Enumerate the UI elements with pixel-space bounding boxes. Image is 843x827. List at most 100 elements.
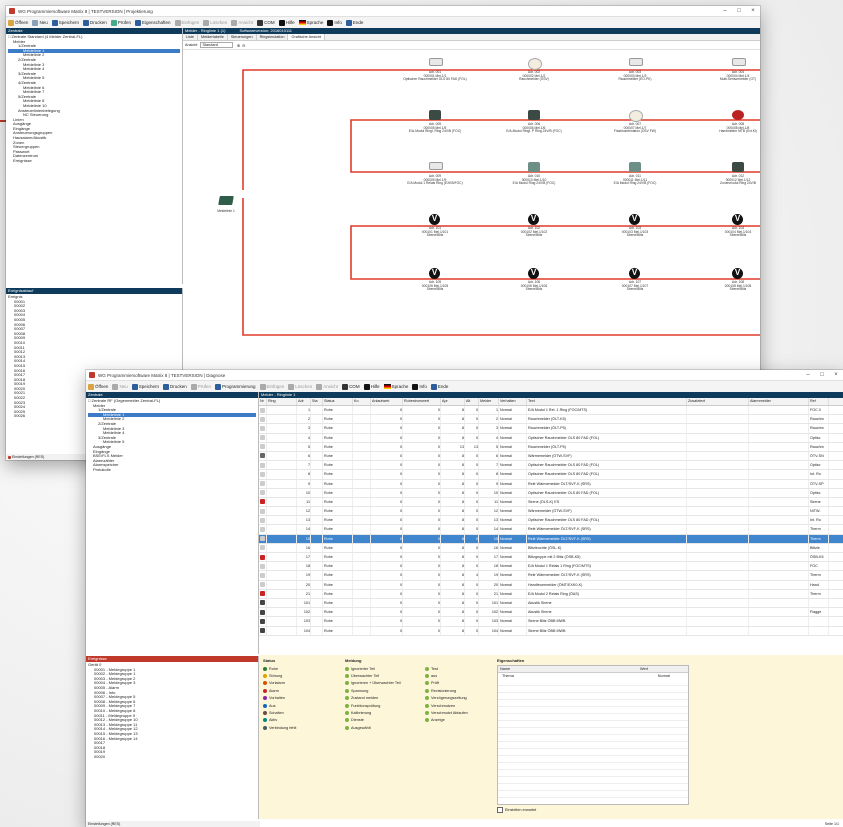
table-row[interactable]: 14 Ruhe 0 0 8 0 14 Normal Relé Wärmemelder ÖLT/S… <box>259 525 843 535</box>
side-node-device[interactable] <box>218 196 234 205</box>
device-node-icon[interactable] <box>429 162 443 170</box>
table-row[interactable]: 103 Ruhe 0 0 8 0 103 Normal Sirene Blitz ÖBB MWB <box>259 617 843 627</box>
device-node-icon[interactable] <box>629 58 643 66</box>
toolbar--ffnen-button[interactable]: Öffnen <box>8 19 28 26</box>
device-node-icon[interactable]: V <box>429 214 440 225</box>
device-node-icon[interactable] <box>629 110 643 122</box>
table-row[interactable]: 20 Ruhe 0 0 8 0 20 Normal Handfeuermelder (ÖMT/E… <box>259 580 843 590</box>
toolbar-neu-button[interactable]: Neu <box>112 383 128 390</box>
tab-liste[interactable]: Liste <box>183 34 199 40</box>
zoom-in-icon[interactable]: ⊕ <box>237 43 240 48</box>
table-row[interactable]: 21 Ruhe 0 0 8 0 21 Normal E/A Modul 2 Relais Rin… <box>259 589 843 599</box>
device-node-icon[interactable]: V <box>429 268 440 279</box>
table-row[interactable]: 7 Ruhe 0 0 8 0 7 Normal Optischer Rauchmelder OL… <box>259 461 843 471</box>
toolbar-l-schen-button[interactable]: Löschen <box>203 19 227 26</box>
toolbar-sprache-button[interactable]: Sprache <box>383 384 408 389</box>
grid-column-ref[interactable]: Ref <box>809 398 829 405</box>
table-row[interactable]: 18 Ruhe 0 0 8 0 18 Normal E/A Modul 1 Relais 1 R… <box>259 562 843 572</box>
toolbar-speichern-button[interactable]: Speichern <box>131 383 159 390</box>
tree-node[interactable]: Protokolle <box>88 468 256 473</box>
toolbar-drucken-button[interactable]: Drucken <box>82 19 107 26</box>
maximize-button[interactable]: □ <box>732 8 746 14</box>
toolbar-einf-gen-button[interactable]: Einfügen <box>174 19 199 26</box>
toolbar-ende-button[interactable]: Ende <box>430 383 448 390</box>
toolbar-drucken-button[interactable]: Drucken <box>162 383 187 390</box>
toolbar-ansicht-button[interactable]: Ansicht <box>231 19 253 26</box>
toolbar-l-schen-button[interactable]: Löschen <box>288 383 312 390</box>
table-row[interactable]: 13 Ruhe 0 0 8 0 13 Normal Optischer Rauchmelder … <box>259 516 843 526</box>
device-node-icon[interactable] <box>629 162 641 172</box>
table-row[interactable]: 101 Ruhe 0 0 8 0 101 Normal Akustik Sirene <box>259 598 843 609</box>
device-node-icon[interactable] <box>528 162 540 172</box>
grid-column-ko[interactable]: Ko <box>353 398 371 405</box>
device-node-icon[interactable]: V <box>732 214 743 225</box>
table-row[interactable]: 9 Ruhe 0 0 8 0 9 Normal Relé Wärmemelder ÖLT/SVF… <box>259 479 843 489</box>
tab-ringsimulation[interactable]: Ringsimulation <box>257 34 289 40</box>
table-row[interactable]: 19 Ruhe 0 0 8 4 19 Normal Relé Wärmemelder ÖLT/S… <box>259 571 843 581</box>
toolbar-hilfe-button[interactable]: Hilfe <box>363 383 380 390</box>
toolbar--ffnen-button[interactable]: Öffnen <box>88 383 108 390</box>
table-row[interactable]: 17 Ruhe 0 0 8 0 17 Normal Blitzgruppe mit 2 Blit… <box>259 553 843 563</box>
device-node-icon[interactable]: V <box>528 268 539 279</box>
table-row[interactable]: 5 Ruhe 0 0 13 13 5 Normal Rauchmelder (ÖLT-P5) Ra… <box>259 442 843 452</box>
toolbar-sprache-button[interactable]: Sprache <box>298 20 323 25</box>
toolbar-neu-button[interactable]: Neu <box>32 19 48 26</box>
grid-column-sta[interactable]: Sta <box>311 398 323 405</box>
toolbar-speichern-button[interactable]: Speichern <box>51 19 79 26</box>
device-node-icon[interactable] <box>528 58 542 70</box>
toolbar-einf-gen-button[interactable]: Einfügen <box>259 383 284 390</box>
table-row[interactable]: 2 Ruhe 0 0 8 0 2 Normal Rauchmelder (ÖLT-K5) Rauc… <box>259 415 843 425</box>
table-row[interactable]: 12 Ruhe 0 0 8 0 12 Normal Wärmemelder (ÖTW-SVF) N… <box>259 507 843 517</box>
table-row[interactable]: 102 Ruhe 0 0 8 0 102 Normal Akustik Sirene Flagge <box>259 608 843 618</box>
grid-column-anlaufwert[interactable]: Anlaufwert <box>371 398 403 405</box>
device-node-icon[interactable] <box>429 110 441 120</box>
device-node-icon[interactable] <box>732 58 746 66</box>
device-node-icon[interactable] <box>732 110 744 120</box>
close-button[interactable]: × <box>746 8 760 14</box>
tab-meldertabelle[interactable]: Meldertabelle <box>198 34 228 40</box>
toolbar-pr-fen-button[interactable]: Prüfen <box>190 383 211 390</box>
toolbar-info-button[interactable]: Info <box>327 19 342 26</box>
grid-column-adr[interactable]: Adr <box>297 398 311 405</box>
grid-column-zusatztext[interactable]: Zusatztext <box>687 398 749 405</box>
table-row[interactable]: 104 Ruhe 0 0 8 0 104 Normal Sirene Blitz ÖBB MWB <box>259 626 843 636</box>
device-node-icon[interactable] <box>528 110 540 120</box>
table-row[interactable]: 16 Ruhe 0 0 8 0 16 Normal Blitzleuchte (ÖSL-K) Bl… <box>259 543 843 553</box>
table-row[interactable]: 8 Ruhe 0 0 8 0 8 Normal Optischer Rauchmelder OL… <box>259 470 843 480</box>
maximize-button[interactable]: □ <box>815 372 829 378</box>
table-row[interactable]: 6 Ruhe 0 0 8 0 6 Normal Wärmemelder (ÖTW-SVF) ÖTV… <box>259 451 843 462</box>
zoom-out-icon[interactable]: ⊖ <box>242 43 245 48</box>
device-node-icon[interactable] <box>429 58 443 66</box>
toolbar-hilfe-button[interactable]: Hilfe <box>278 19 295 26</box>
close-button[interactable]: × <box>829 372 843 378</box>
device-node-icon[interactable]: V <box>629 268 640 279</box>
grid-column-apr[interactable]: Apr <box>441 398 465 405</box>
toolbar-com-button[interactable]: COM <box>257 19 275 26</box>
grid-column-ruhestromwert[interactable]: Ruhestromwert <box>403 398 441 405</box>
table-row[interactable]: 1 Ruhe 0 0 8 0 1 Normal E/A Modul 1 Rel. 1 Ring … <box>259 406 843 416</box>
table-row[interactable]: 11 Ruhe 0 0 8 0 11 Normal Sirene (ÖLS-K) ES Siren… <box>259 497 843 508</box>
table-row[interactable]: 4 Ruhe 0 0 8 0 4 Normal Optischer Rauchmelder OL… <box>259 433 843 443</box>
grid-column-verhalten[interactable]: Verhalten <box>499 398 527 405</box>
table-row[interactable]: 10 Ruhe 0 0 8 0 10 Normal Optischer Rauchmelder … <box>259 488 843 498</box>
toolbar-ende-button[interactable]: Ende <box>345 19 363 26</box>
device-node-icon[interactable] <box>732 162 744 172</box>
minimize-button[interactable]: – <box>801 372 815 378</box>
minimize-button[interactable]: – <box>718 8 732 14</box>
device-node-icon[interactable]: V <box>732 268 743 279</box>
grid-column-ring[interactable]: Ring <box>267 398 297 405</box>
toolbar-eigenschaften-button[interactable]: Eigenschaften <box>135 19 171 26</box>
toolbar-com-button[interactable]: COM <box>342 383 360 390</box>
grid-column-nr[interactable]: Nr <box>259 398 267 405</box>
tree-node[interactable]: Ereignisse <box>8 159 180 164</box>
grid-column-alarmmelder[interactable]: Alarmmelder <box>749 398 809 405</box>
device-node-icon[interactable]: V <box>528 214 539 225</box>
grid-column-text[interactable]: Text <box>527 398 687 405</box>
toolbar-programmierung-button[interactable]: Programmierung <box>215 383 256 390</box>
grid-column-alt[interactable]: Alt <box>465 398 479 405</box>
event-item[interactable]: 00020 <box>88 755 256 760</box>
device-node-icon[interactable]: V <box>629 214 640 225</box>
toolbar-ansicht-button[interactable]: Ansicht <box>316 383 338 390</box>
tab-grafische-ansicht[interactable]: Grafische Ansicht <box>288 34 326 40</box>
toolbar-pr-fen-button[interactable]: Prüfen <box>110 19 131 26</box>
